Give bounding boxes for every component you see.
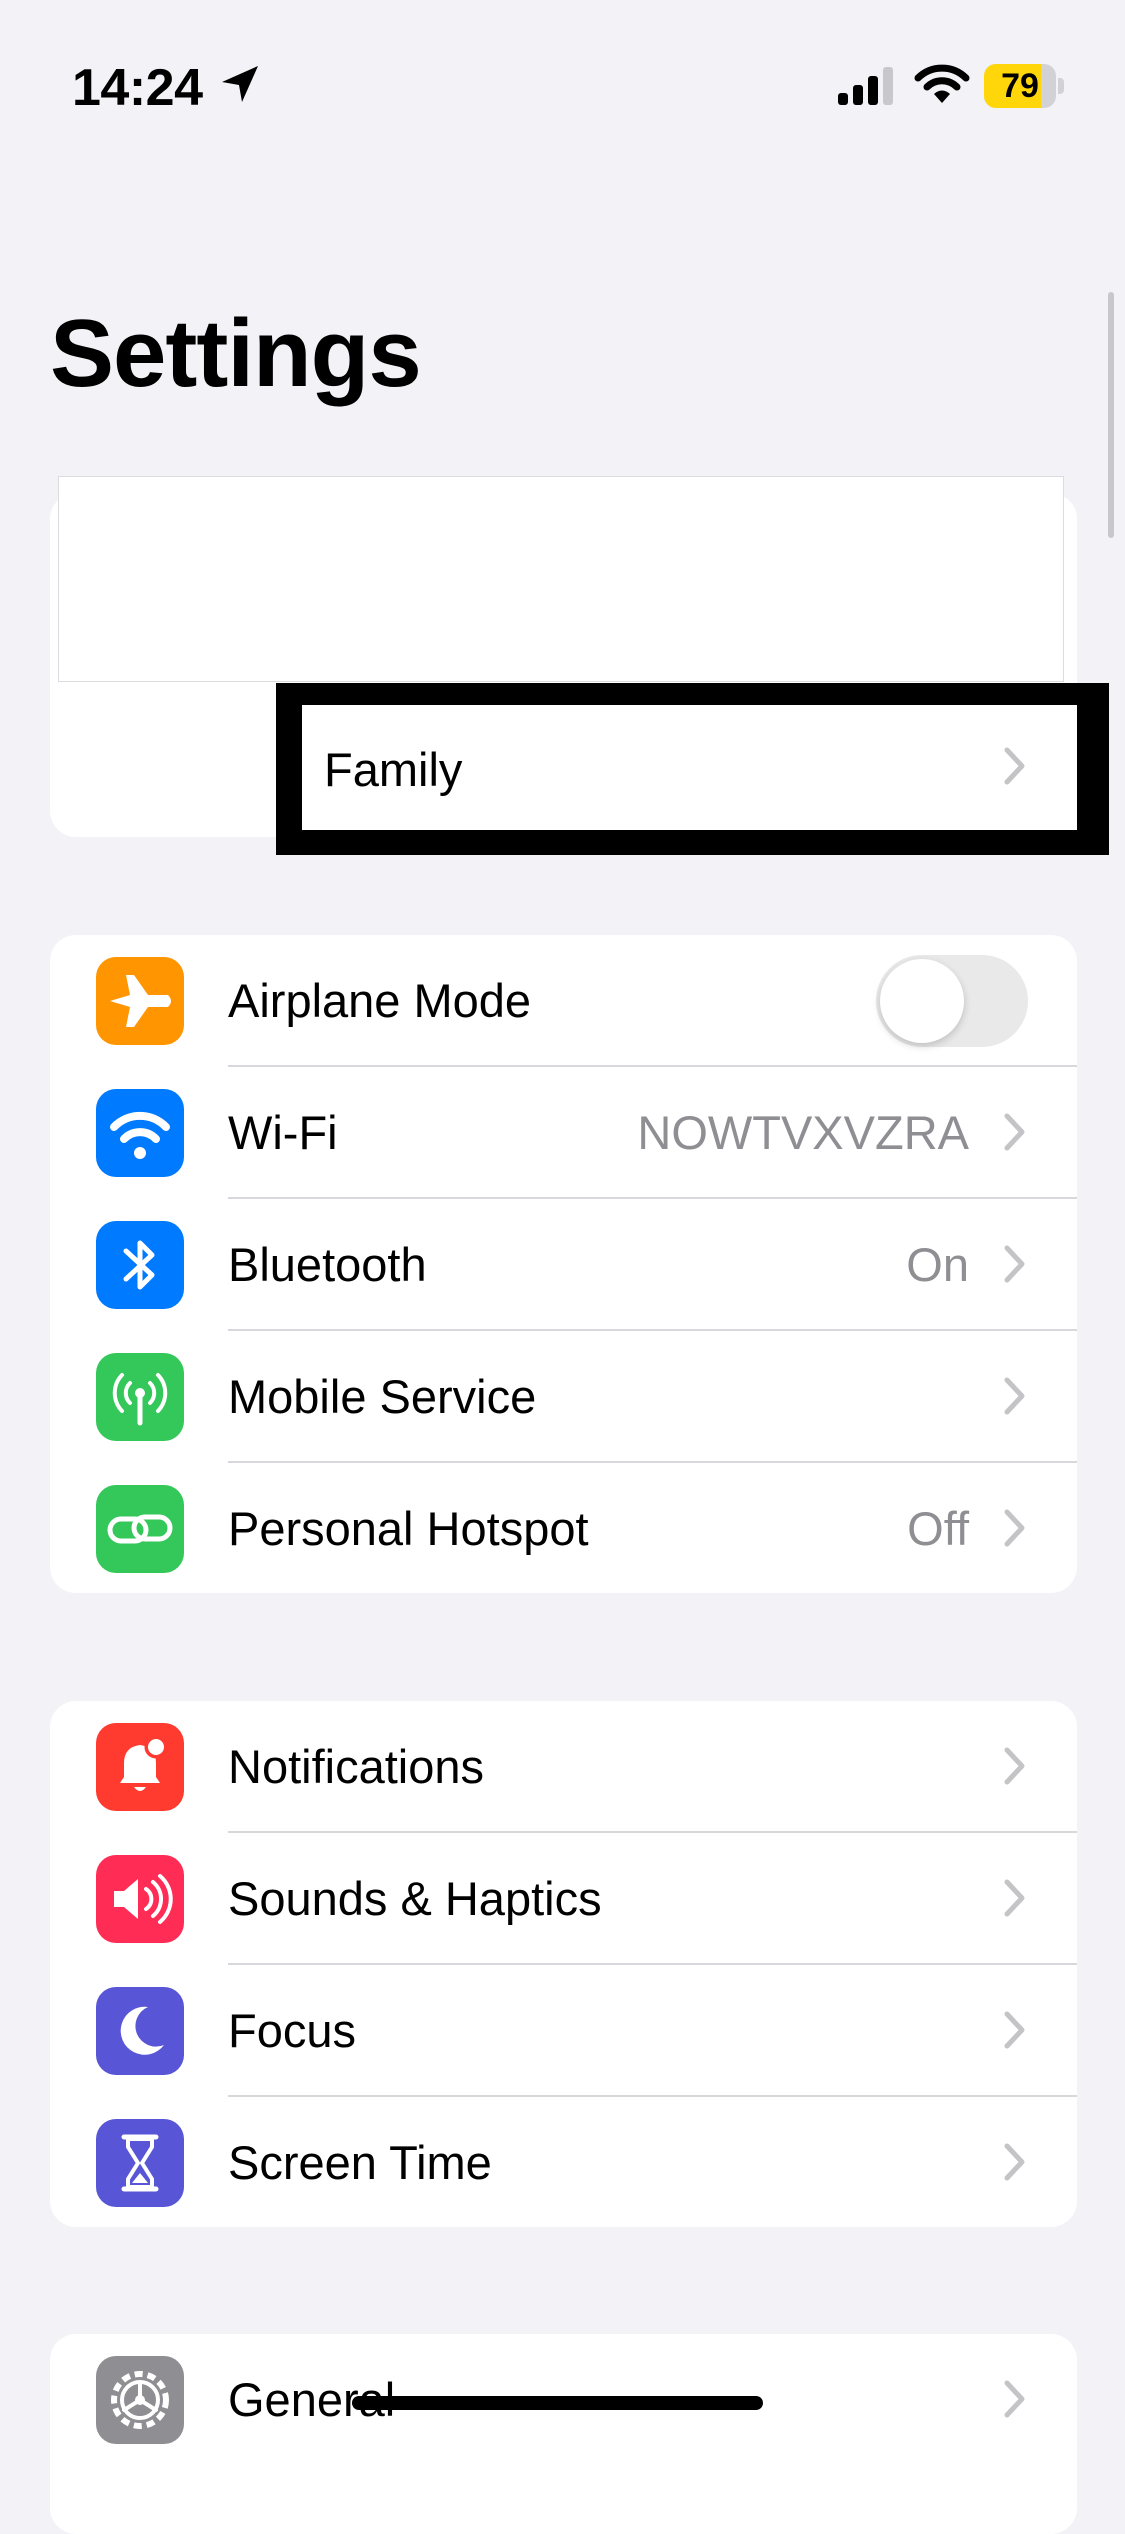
- personal-hotspot-row[interactable]: Personal Hotspot Off: [50, 1463, 1077, 1593]
- chevron-right-icon: [1004, 1113, 1025, 1151]
- mobile-service-row[interactable]: Mobile Service: [50, 1331, 1077, 1463]
- status-time: 14:24: [72, 59, 203, 117]
- chevron-right-icon: [1004, 1879, 1025, 1917]
- antenna-icon: [96, 1353, 184, 1441]
- link-icon: [96, 1485, 184, 1573]
- gear-icon: [96, 2356, 184, 2444]
- connectivity-group: Airplane Mode Wi-Fi NOWTVXVZRA Bluetooth…: [50, 935, 1077, 1593]
- account-profile-redacted[interactable]: [58, 476, 1064, 682]
- chevron-right-icon: [1004, 1377, 1025, 1415]
- cellular-signal-icon: [838, 67, 893, 105]
- airplane-mode-toggle[interactable]: [876, 955, 1028, 1047]
- chevron-right-icon: [1004, 1747, 1025, 1785]
- wifi-label: Wi-Fi: [228, 1106, 338, 1159]
- page-title: Settings: [50, 300, 422, 407]
- status-bar: 14:24 79: [0, 0, 1125, 140]
- focus-row[interactable]: Focus: [50, 1965, 1077, 2097]
- screen-time-label: Screen Time: [228, 2136, 492, 2189]
- wifi-icon: [96, 1089, 184, 1177]
- bluetooth-label: Bluetooth: [228, 1238, 427, 1291]
- home-indicator[interactable]: [352, 2396, 763, 2410]
- airplane-mode-label: Airplane Mode: [228, 974, 532, 1027]
- battery-indicator: 79: [984, 64, 1066, 108]
- chevron-right-icon: [1004, 2380, 1025, 2418]
- screen-time-row[interactable]: Screen Time: [50, 2097, 1077, 2227]
- airplane-icon: [96, 957, 184, 1045]
- wifi-status-icon: [914, 64, 970, 103]
- toggle-knob: [880, 959, 964, 1043]
- bell-icon: [96, 1723, 184, 1811]
- moon-icon: [96, 1987, 184, 2075]
- sounds-haptics-label: Sounds & Haptics: [228, 1872, 602, 1925]
- sounds-haptics-row[interactable]: Sounds & Haptics: [50, 1833, 1077, 1965]
- focus-label: Focus: [228, 2004, 356, 2057]
- location-arrow-icon: [222, 66, 258, 102]
- wifi-row[interactable]: Wi-Fi NOWTVXVZRA: [50, 1067, 1077, 1199]
- bluetooth-row[interactable]: Bluetooth On: [50, 1199, 1077, 1331]
- personal-hotspot-label: Personal Hotspot: [228, 1502, 589, 1555]
- mobile-service-label: Mobile Service: [228, 1370, 537, 1423]
- chevron-right-icon: [1004, 1245, 1025, 1283]
- chevron-right-icon: [1004, 2011, 1025, 2049]
- notifications-label: Notifications: [228, 1740, 484, 1793]
- battery-percentage: 79: [1001, 67, 1039, 105]
- chevron-right-icon: [1004, 747, 1025, 785]
- scroll-indicator[interactable]: [1108, 292, 1114, 538]
- speaker-icon: [96, 1855, 184, 1943]
- chevron-right-icon: [1004, 1509, 1025, 1547]
- airplane-mode-row: Airplane Mode: [50, 935, 1077, 1067]
- system-group: General: [50, 2334, 1077, 2534]
- bluetooth-status: On: [906, 1238, 969, 1291]
- family-label: Family: [324, 743, 463, 796]
- bluetooth-icon: [96, 1221, 184, 1309]
- notifications-row[interactable]: Notifications: [50, 1701, 1077, 1833]
- hourglass-icon: [96, 2119, 184, 2207]
- personal-hotspot-status: Off: [907, 1502, 969, 1555]
- attention-group: Notifications Sounds & Haptics Focus Scr…: [50, 1701, 1077, 2227]
- wifi-network-name: NOWTVXVZRA: [637, 1106, 969, 1159]
- chevron-right-icon: [1004, 2143, 1025, 2181]
